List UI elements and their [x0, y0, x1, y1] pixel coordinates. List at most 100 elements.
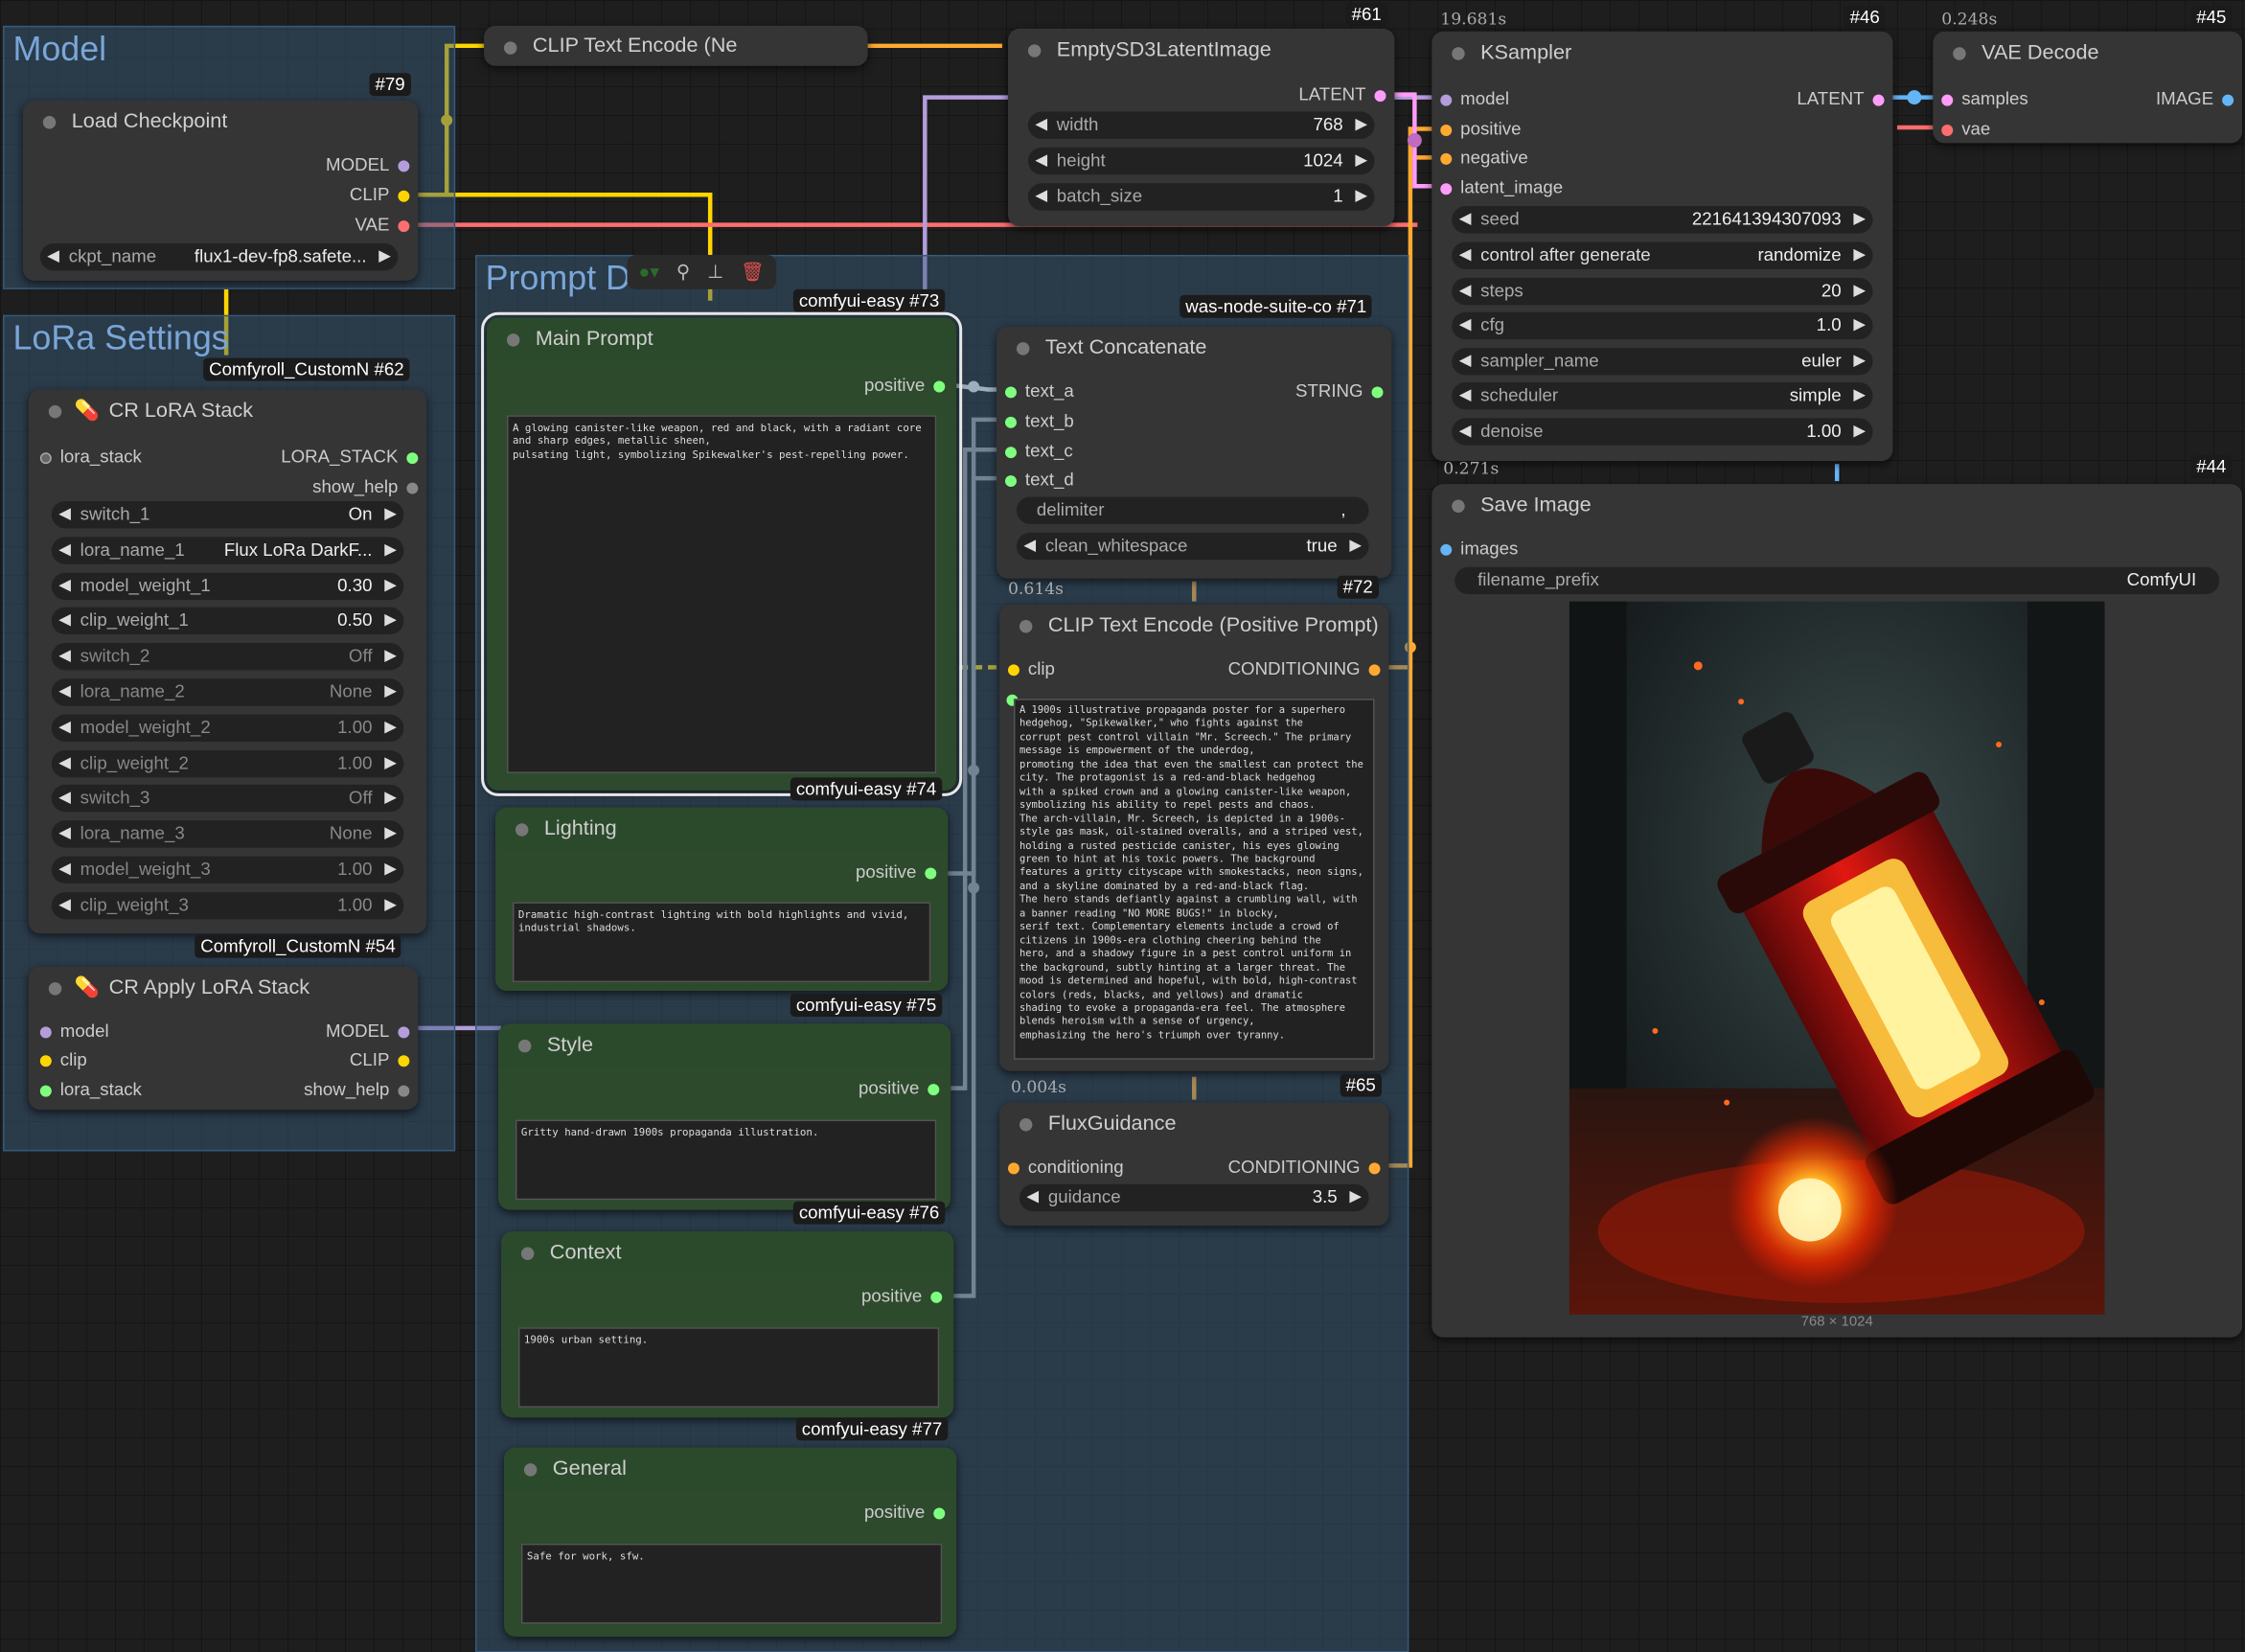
input-latent-image[interactable]: latent_image [1434, 177, 1563, 197]
node-general[interactable]: General positive Safe for work, sfw. [503, 1447, 957, 1637]
output-latent[interactable]: LATENT [1298, 84, 1391, 104]
input-negative[interactable]: negative [1434, 148, 1528, 168]
delimiter-widget[interactable]: delimiter, [1016, 496, 1369, 524]
node-empty-latent-image[interactable]: EmptySD3LatentImage LATENT width 768 heig… [1007, 28, 1395, 227]
output-positive[interactable]: positive [859, 1078, 945, 1098]
widget-label: model_weight_3 [80, 859, 211, 880]
node-title: Style [498, 1023, 951, 1067]
node-style[interactable]: Style positive Gritty hand-drawn 1900s p… [498, 1023, 951, 1210]
control-after-generate-widget[interactable]: control after generate randomize [1452, 241, 1873, 269]
input-positive[interactable]: positive [1434, 119, 1522, 139]
guidance-widget[interactable]: guidance 3.5 [1019, 1183, 1369, 1212]
node-title: EmptySD3LatentImage [1008, 29, 1394, 72]
image-dimensions: 768 × 1024 [1800, 1314, 1873, 1331]
prompt-textarea[interactable]: Dramatic high-contrast lighting with bol… [512, 902, 931, 983]
input-text-d[interactable]: text_d [999, 470, 1074, 490]
pin-icon[interactable]: ⚲ [676, 261, 690, 284]
height-widget[interactable]: height 1024 [1027, 147, 1375, 175]
scheduler-widget[interactable]: scheduler simple [1452, 381, 1873, 410]
node-text-concatenate[interactable]: Text Concatenate text_a text_b text_c te… [997, 326, 1392, 579]
output-clip[interactable]: CLIP [350, 1049, 415, 1069]
input-clip[interactable]: clip [1002, 658, 1055, 678]
input-text-c[interactable]: text_c [999, 441, 1073, 461]
input-clip[interactable]: clip [34, 1049, 87, 1069]
sampler-name-widget[interactable]: sampler_name euler [1452, 348, 1873, 376]
node-vae-decode[interactable]: VAE Decode samples vae IMAGE [1933, 31, 2243, 144]
width-widget[interactable]: width 768 [1027, 111, 1375, 139]
lora-widget-lora-name-1[interactable]: lora_name_1 Flux LoRa DarkF... [51, 537, 404, 564]
clean-whitespace-widget[interactable]: clean_whitespace true [1016, 532, 1369, 561]
node-ksampler[interactable]: KSampler model positive negative latent_… [1432, 31, 1893, 462]
lora-widget-model-weight-2[interactable]: model_weight_2 1.00 [51, 714, 404, 742]
output-image[interactable]: IMAGE [2156, 89, 2239, 109]
input-model[interactable]: model [1434, 89, 1509, 109]
node-cr-lora-stack[interactable]: CR LoRA Stack 💊 lora_stack LORA_STACK sh… [28, 389, 427, 934]
cfg-widget[interactable]: cfg 1.0 [1452, 311, 1873, 340]
ckpt-name-widget[interactable]: ckpt_name flux1-dev-fp8.safete... [39, 243, 399, 271]
node-clip-text-encode-positive[interactable]: CLIP Text Encode (Positive Prompt) clip … [999, 604, 1389, 1071]
seed-widget[interactable]: seed 221641394307093 [1452, 206, 1873, 234]
input-lora-stack[interactable]: lora_stack [34, 1080, 142, 1100]
node-flux-guidance[interactable]: FluxGuidance conditioning CONDITIONING g… [999, 1102, 1389, 1227]
node-cr-apply-lora-stack[interactable]: CR Apply LoRA Stack 💊 model clip lora_st… [28, 966, 419, 1111]
output-label: CONDITIONING [1227, 658, 1361, 679]
input-text-a[interactable]: text_a [999, 380, 1074, 401]
lora-widget-lora-name-3[interactable]: lora_name_3 None [51, 820, 404, 848]
output-positive[interactable]: positive [861, 1286, 948, 1306]
lora-widget-clip-weight-2[interactable]: clip_weight_2 1.00 [51, 749, 404, 777]
denoise-widget[interactable]: denoise 1.00 [1452, 418, 1873, 446]
lora-widget-model-weight-3[interactable]: model_weight_3 1.00 [51, 856, 404, 883]
lora-widget-clip-weight-3[interactable]: clip_weight_3 1.00 [51, 891, 404, 920]
prompt-textarea[interactable]: 1900s urban setting. [517, 1327, 940, 1408]
widget-value: 221641394307093 [1691, 209, 1842, 230]
prompt-textarea[interactable]: A glowing canister-like weapon, red and … [506, 415, 937, 773]
prompt-textarea[interactable]: A 1900s illustrative propaganda poster f… [1013, 699, 1375, 1060]
input-vae[interactable]: vae [1936, 119, 1990, 139]
output-positive[interactable]: positive [856, 862, 942, 882]
trash-icon[interactable]: 🗑 [741, 261, 765, 284]
output-show-help[interactable]: show_help [312, 477, 424, 497]
group-toolbar[interactable]: ●▾ ⚲ ⊥ 🗑 [627, 254, 776, 289]
generated-image-preview[interactable] [1569, 601, 2105, 1315]
output-show-help[interactable]: show_help [304, 1080, 415, 1100]
output-latent[interactable]: LATENT [1797, 89, 1890, 109]
lora-widget-lora-name-2[interactable]: lora_name_2 None [51, 678, 404, 706]
lora-widget-model-weight-1[interactable]: model_weight_1 0.30 [51, 572, 404, 600]
input-conditioning[interactable]: conditioning [1002, 1157, 1124, 1177]
node-load-checkpoint[interactable]: Load Checkpoint MODEL CLIP VAE ckpt_name… [22, 100, 419, 281]
node-lighting[interactable]: Lighting positive Dramatic high-contrast… [495, 807, 949, 992]
input-text-b[interactable]: text_b [999, 411, 1074, 431]
output-model[interactable]: MODEL [326, 154, 415, 174]
input-images[interactable]: images [1434, 539, 1518, 559]
output-lora-stack[interactable]: LORA_STACK [281, 447, 424, 467]
input-samples[interactable]: samples [1936, 89, 2028, 109]
lora-widget-switch-2[interactable]: switch_2 Off [51, 643, 404, 671]
filename-prefix-widget[interactable]: filename_prefix ComfyUI [1455, 566, 2220, 595]
input-model[interactable]: model [34, 1021, 109, 1041]
prompt-textarea[interactable]: Safe for work, sfw. [520, 1543, 943, 1624]
output-model[interactable]: MODEL [326, 1021, 415, 1041]
batch-size-widget[interactable]: batch_size 1 [1027, 183, 1375, 211]
bypass-icon[interactable]: ⊥ [707, 261, 723, 284]
output-clip[interactable]: CLIP [350, 185, 415, 205]
prompt-textarea[interactable]: Gritty hand-drawn 1900s propaganda illus… [515, 1119, 937, 1201]
steps-widget[interactable]: steps 20 [1452, 277, 1873, 306]
output-string[interactable]: STRING [1295, 380, 1388, 401]
node-main-prompt[interactable]: Main Prompt positive A glowing canister-… [481, 311, 963, 796]
lora-widget-switch-1[interactable]: switch_1 On [51, 501, 404, 529]
output-label: IMAGE [2155, 88, 2214, 109]
color-picker-icon[interactable]: ●▾ [638, 261, 659, 284]
node-clip-text-encode-negative[interactable]: CLIP Text Encode (Ne [484, 25, 868, 66]
widget-value: 1.00 [337, 717, 373, 738]
lora-widget-switch-3[interactable]: switch_3 Off [51, 785, 404, 813]
lora-widget-clip-weight-1[interactable]: clip_weight_1 0.50 [51, 608, 404, 635]
node-save-image[interactable]: Save Image images filename_prefix ComfyUI [1432, 484, 2243, 1338]
node-id-badge: #61 [1345, 2, 1387, 26]
node-context[interactable]: Context positive 1900s urban setting. [501, 1231, 954, 1418]
output-positive[interactable]: positive [864, 1503, 951, 1522]
input-lora-stack[interactable]: lora_stack [34, 447, 142, 467]
output-positive[interactable]: positive [864, 376, 951, 395]
output-vae[interactable]: VAE [355, 215, 415, 235]
output-conditioning[interactable]: CONDITIONING [1228, 1157, 1386, 1177]
output-conditioning[interactable]: CONDITIONING [1228, 658, 1386, 678]
